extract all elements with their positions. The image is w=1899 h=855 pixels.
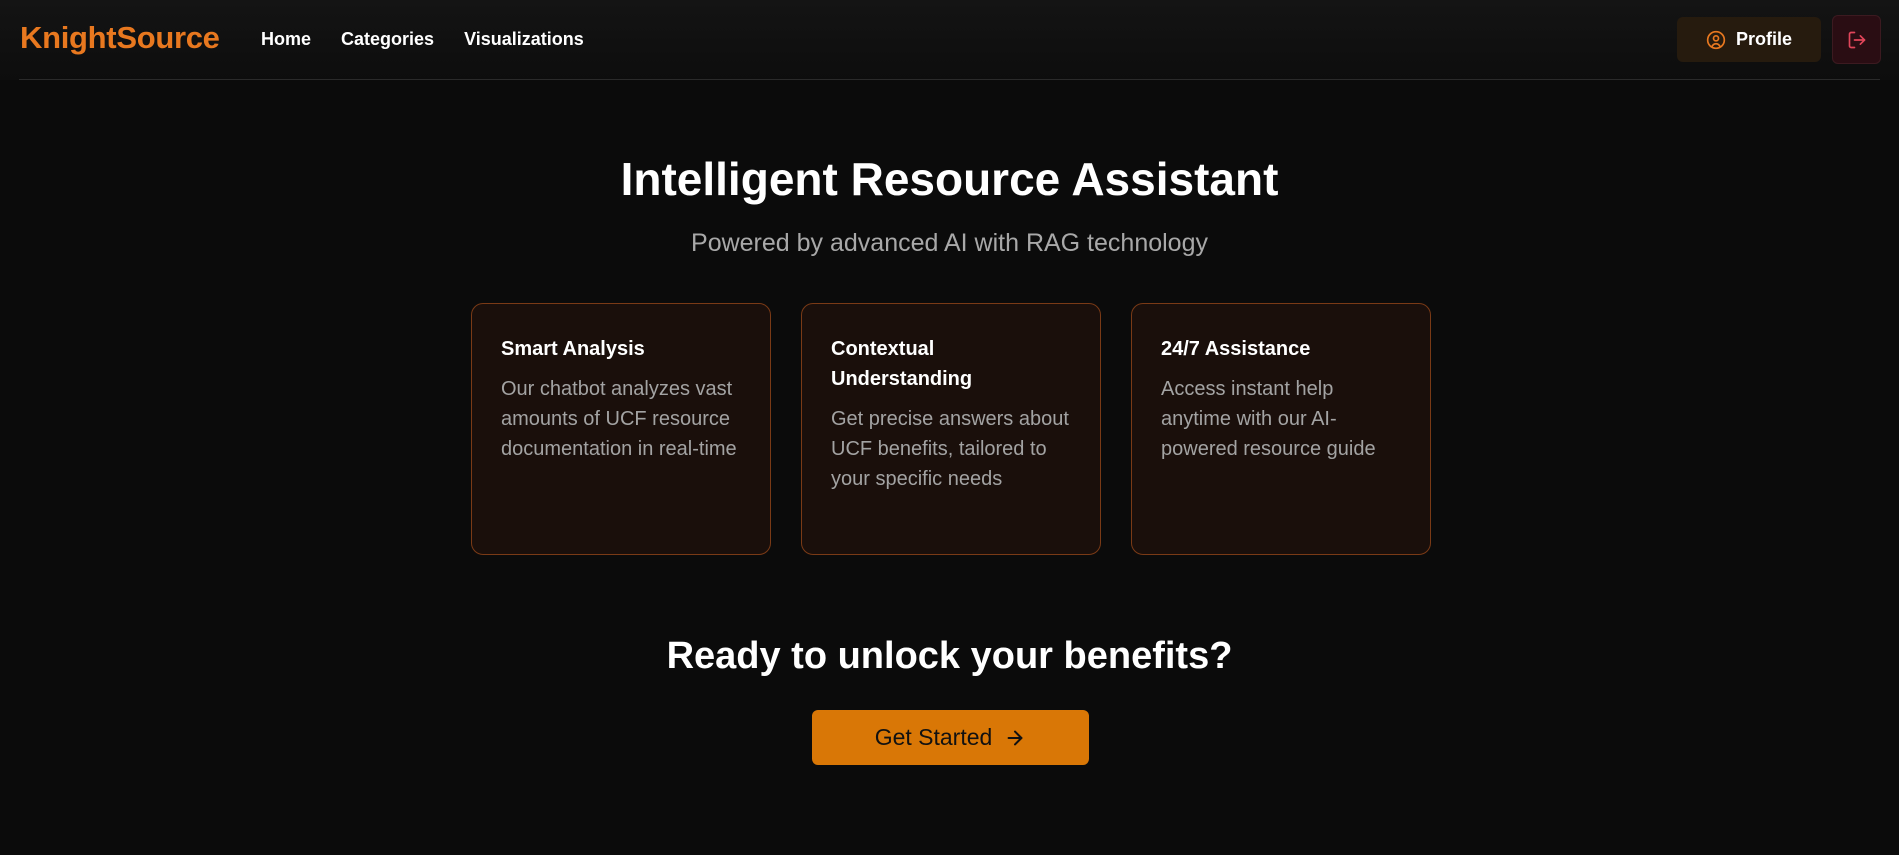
get-started-button[interactable]: Get Started — [812, 710, 1089, 765]
feature-card-title: Contextual Understanding — [831, 338, 973, 390]
profile-button[interactable]: Profile — [1677, 17, 1821, 62]
logout-button[interactable] — [1832, 15, 1881, 64]
hero-title: Intelligent Resource Assistant — [620, 153, 1279, 205]
feature-card-title: Smart Analysis — [501, 338, 645, 360]
navbar-divider — [19, 79, 1880, 80]
nav-link-visualizations[interactable]: Visualizations — [464, 29, 584, 50]
logout-icon — [1847, 30, 1867, 50]
main-nav: Home Categories Visualizations — [261, 29, 584, 50]
feature-card-description: Get precise answers about UCF benefits, … — [831, 408, 1069, 490]
cta-title: Ready to unlock your benefits? — [666, 635, 1233, 677]
user-circle-icon — [1706, 30, 1726, 50]
feature-card-description: Our chatbot analyzes vast amounts of UCF… — [501, 378, 737, 460]
profile-label: Profile — [1735, 29, 1792, 49]
arrow-right-icon — [1004, 727, 1026, 749]
top-navbar: KnightSource Home Categories Visualizati… — [0, 0, 1899, 80]
feature-card-description: Access instant help anytime with our AI-… — [1161, 378, 1376, 460]
brand-logo[interactable]: KnightSource — [20, 20, 220, 56]
nav-link-home[interactable]: Home — [261, 29, 311, 50]
feature-card-contextual-understanding: Contextual Understanding Get precise ans… — [801, 303, 1101, 555]
nav-link-categories[interactable]: Categories — [341, 29, 434, 50]
feature-card-smart-analysis: Smart Analysis Our chatbot analyzes vast… — [471, 303, 771, 555]
feature-card-assistance: 24/7 Assistance Access instant help anyt… — [1131, 303, 1431, 555]
hero-subtitle: Powered by advanced AI with RAG technolo… — [691, 229, 1208, 257]
get-started-label: Get Started — [874, 724, 993, 750]
feature-card-title: 24/7 Assistance — [1161, 338, 1311, 360]
